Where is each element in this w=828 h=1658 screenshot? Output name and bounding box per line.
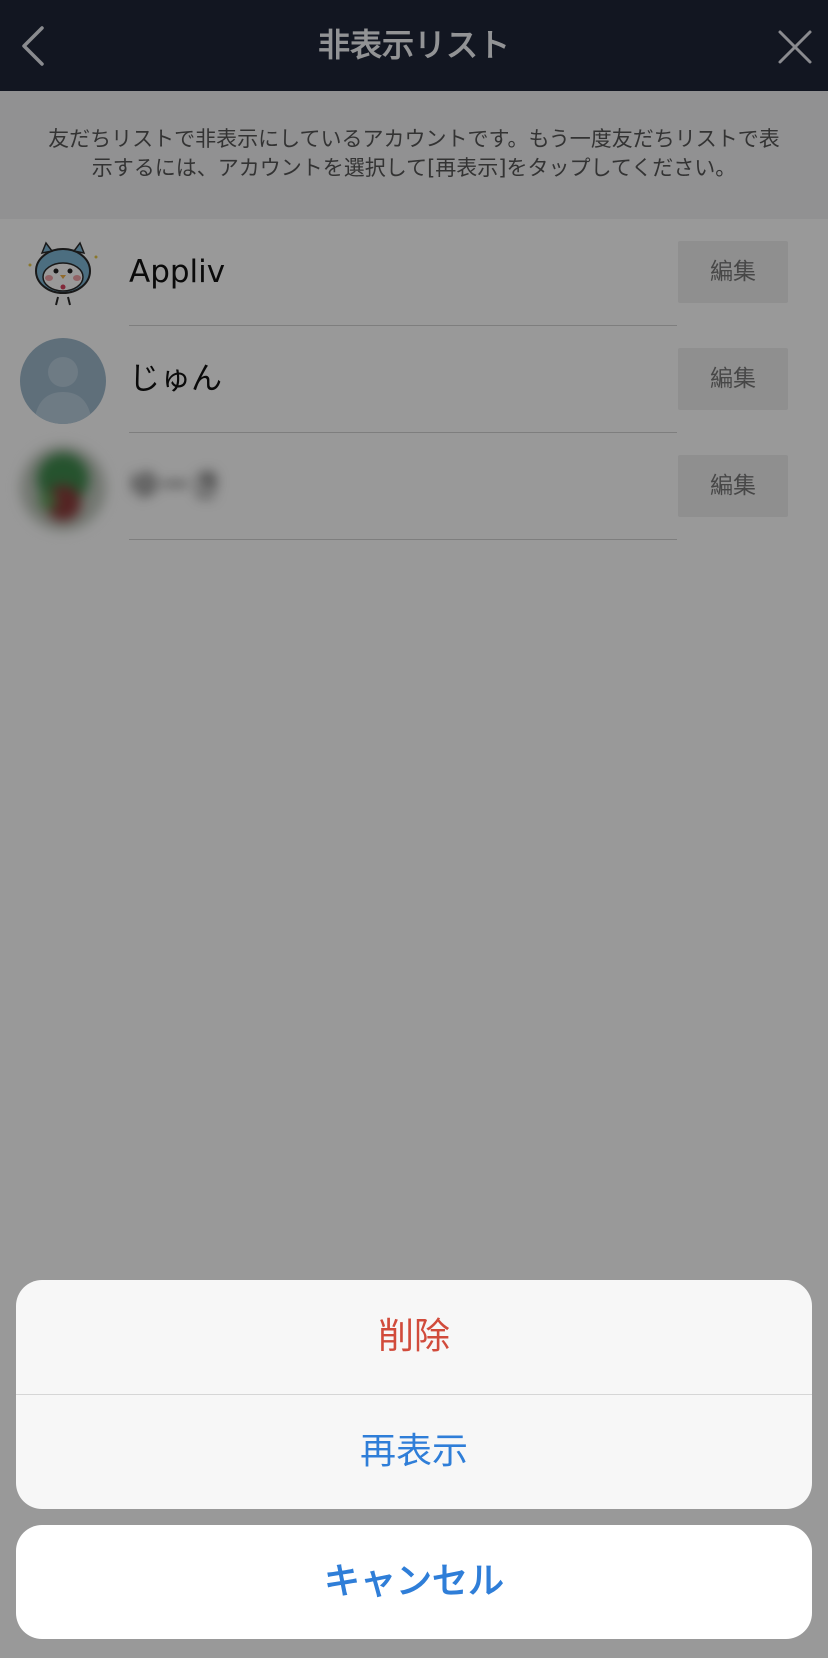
action-sheet: 削除 再表示 xyxy=(16,1280,812,1509)
unhide-button[interactable]: 再表示 xyxy=(16,1395,812,1509)
delete-button[interactable]: 削除 xyxy=(16,1280,812,1395)
cancel-button[interactable]: キャンセル xyxy=(16,1525,812,1639)
